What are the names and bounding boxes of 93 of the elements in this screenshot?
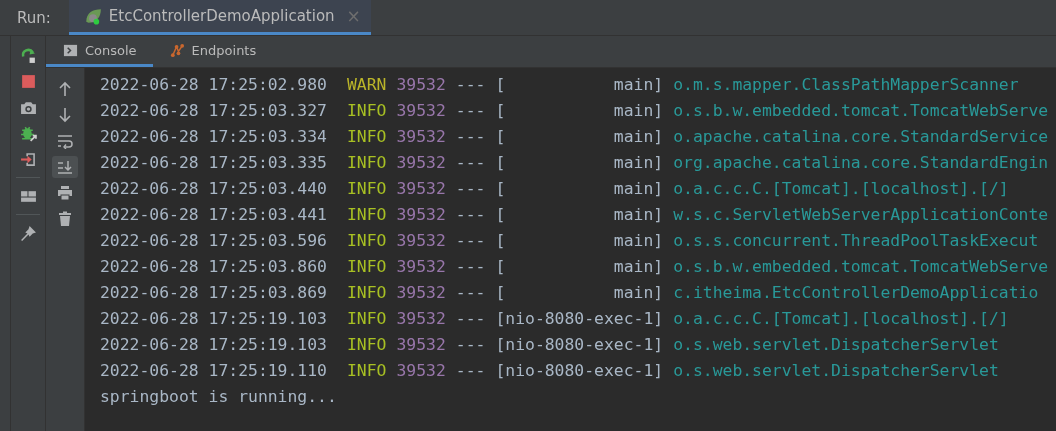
log-separator: --- [455, 256, 486, 278]
logger-name: o.a.c.c.C.[Tomcat].[localhost].[/] [673, 178, 1009, 200]
log-separator: --- [455, 308, 486, 330]
run-tab[interactable]: EtcControllerDemoApplication × [68, 0, 371, 35]
logger-name: o.apache.catalina.core.StandardService [673, 126, 1049, 148]
log-level: INFO [346, 126, 387, 148]
thread-name: [ main] [495, 256, 664, 278]
process-id: 39532 [396, 230, 446, 252]
log-level: INFO [346, 334, 387, 356]
log-separator: --- [455, 74, 486, 96]
log-separator: --- [455, 334, 486, 356]
process-id: 39532 [396, 152, 446, 174]
log-timestamp: 2022-06-28 17:25:03.327 [100, 100, 327, 122]
log-timestamp: 2022-06-28 17:25:19.110 [100, 360, 327, 382]
exit-icon[interactable] [19, 150, 37, 168]
process-id: 39532 [396, 256, 446, 278]
thread-name: [ main] [495, 204, 664, 226]
process-id: 39532 [396, 360, 446, 382]
printer-icon [57, 185, 73, 201]
log-level: INFO [346, 282, 387, 304]
log-separator: --- [455, 360, 486, 382]
log-separator: --- [455, 230, 486, 252]
thread-name: [ main] [495, 152, 664, 174]
thread-name: [ main] [495, 178, 664, 200]
process-id: 39532 [396, 74, 446, 96]
thread-name: [ main] [495, 230, 664, 252]
console-tab[interactable]: Endpoints [152, 36, 273, 67]
stop-icon[interactable] [19, 72, 37, 90]
endpoints-icon [169, 42, 185, 58]
process-id: 39532 [396, 178, 446, 200]
logger-name: o.s.web.servlet.DispatcherServlet [673, 334, 999, 356]
thread-name: [nio-8080-exec-1] [495, 334, 664, 356]
logger-name: o.s.b.w.embedded.tomcat.TomcatWebServe [673, 256, 1049, 278]
log-separator: --- [455, 126, 486, 148]
log-level: INFO [346, 308, 387, 330]
thread-name: [ main] [495, 126, 664, 148]
log-timestamp: 2022-06-28 17:25:03.335 [100, 152, 327, 174]
log-level: INFO [346, 152, 387, 174]
process-id: 39532 [396, 282, 446, 304]
log-level: INFO [346, 178, 387, 200]
logger-name: c.itheima.EtcControllerDemoApplicatio [673, 282, 1039, 304]
log-timestamp: 2022-06-28 17:25:03.334 [100, 126, 327, 148]
log-timestamp: 2022-06-28 17:25:03.869 [100, 282, 327, 304]
bug-icon[interactable] [19, 124, 37, 142]
thread-name: [nio-8080-exec-1] [495, 308, 664, 330]
up-arrow-icon [57, 81, 73, 97]
log-separator: --- [455, 282, 486, 304]
thread-name: [ main] [495, 100, 664, 122]
log-timestamp: 2022-06-28 17:25:03.441 [100, 204, 327, 226]
log-level: INFO [346, 100, 387, 122]
process-id: 39532 [396, 100, 446, 122]
tab-label: Console [85, 42, 137, 58]
log-timestamp: 2022-06-28 17:25:03.440 [100, 178, 327, 200]
tab-title: EtcControllerDemoApplication [108, 7, 335, 25]
soft-wrap-icon [57, 133, 73, 149]
thread-name: [ main] [495, 74, 664, 96]
log-level: INFO [346, 360, 387, 382]
logger-name: w.s.c.ServletWebServerApplicationConte [673, 204, 1049, 226]
log-separator: --- [455, 204, 486, 226]
logger-name: org.apache.catalina.core.StandardEngin [673, 152, 1049, 174]
console-icon [63, 42, 78, 58]
log-level: WARN [346, 74, 387, 96]
log-timestamp: 2022-06-28 17:25:19.103 [100, 308, 327, 330]
rerun-icon[interactable] [19, 46, 37, 64]
process-id: 39532 [396, 308, 446, 330]
scroll-to-end-icon [57, 159, 73, 175]
process-id: 39532 [396, 334, 446, 356]
scroll-to-end-button[interactable] [52, 156, 78, 178]
log-level: INFO [346, 230, 387, 252]
log-level: INFO [346, 256, 387, 278]
thread-name: [nio-8080-exec-1] [495, 360, 664, 382]
log-timestamp: 2022-06-28 17:25:02.980 [100, 74, 327, 96]
log-timestamp: 2022-06-28 17:25:03.596 [100, 230, 327, 252]
log-timestamp: 2022-06-28 17:25:19.103 [100, 334, 327, 356]
logger-name: o.s.s.concurrent.ThreadPoolTaskExecut [673, 230, 1039, 252]
run-label: Run: [16, 8, 52, 27]
logger-name: o.s.web.servlet.DispatcherServlet [673, 360, 999, 382]
process-id: 39532 [396, 204, 446, 226]
thread-name: [ main] [495, 282, 664, 304]
pin-icon[interactable] [19, 224, 37, 242]
tab-label: Endpoints [191, 42, 257, 58]
log-separator: --- [455, 178, 486, 200]
output-text: springboot is running... [100, 386, 337, 408]
down-arrow-icon [57, 107, 73, 123]
log-separator: --- [455, 152, 486, 174]
trash-icon [57, 211, 73, 227]
logger-name: o.a.c.c.C.[Tomcat].[localhost].[/] [673, 308, 1009, 330]
process-id: 39532 [396, 126, 446, 148]
log-level: INFO [346, 204, 387, 226]
logger-name: o.m.s.mapper.ClassPathMapperScanner [673, 74, 1019, 96]
log-separator: --- [455, 100, 486, 122]
logger-name: o.s.b.w.embedded.tomcat.TomcatWebServe [673, 100, 1049, 122]
log-timestamp: 2022-06-28 17:25:03.860 [100, 256, 327, 278]
